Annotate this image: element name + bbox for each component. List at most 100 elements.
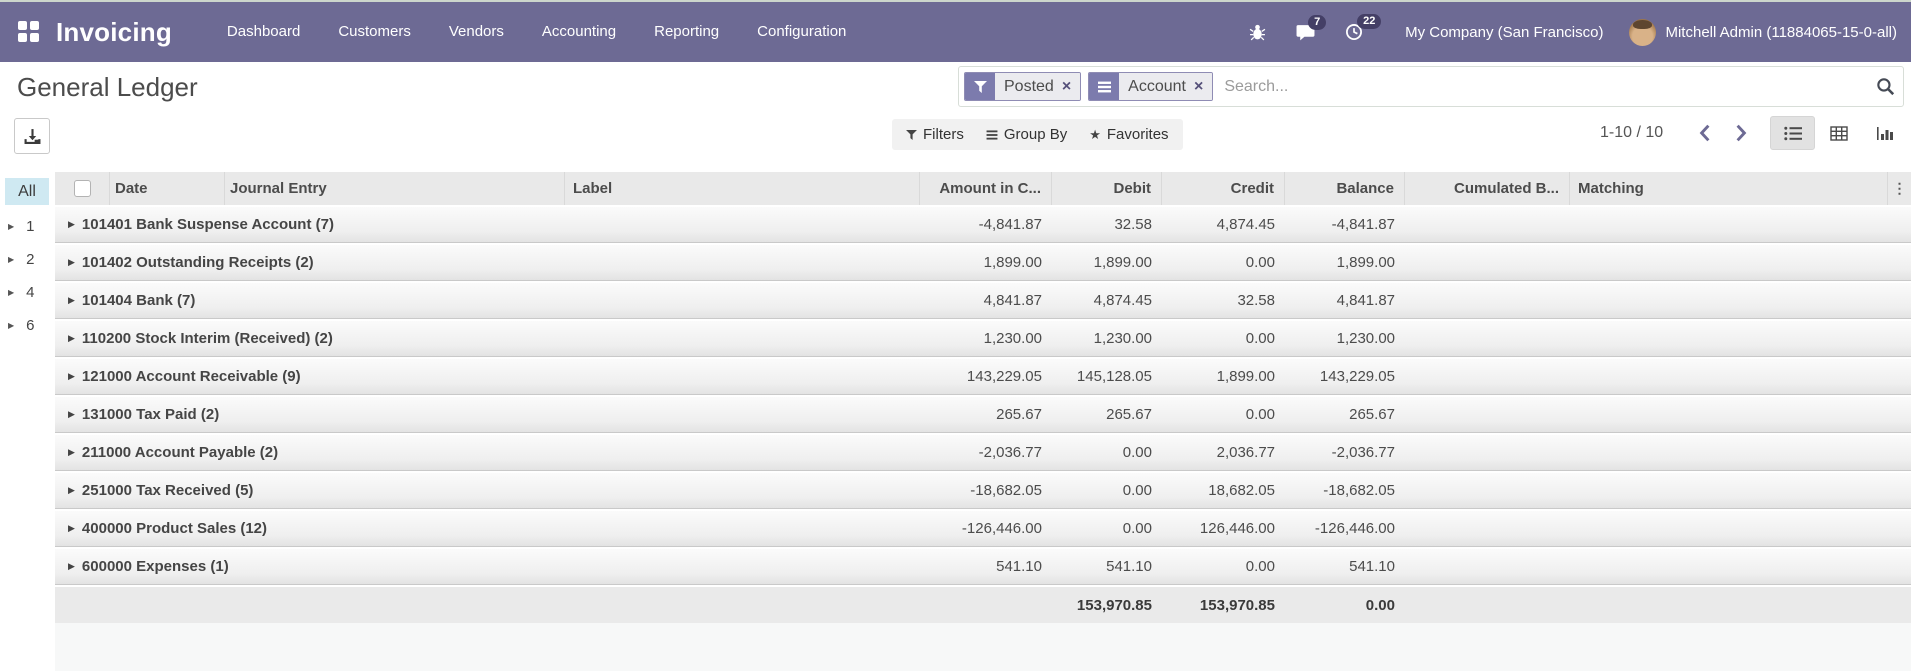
star-icon: ★ (1089, 126, 1101, 142)
menu-reporting[interactable]: Reporting (635, 2, 738, 62)
group-row[interactable]: ▶ 251000 Tax Received (5) -18,682.05 0.0… (55, 473, 1911, 509)
app-brand[interactable]: Invoicing (56, 17, 172, 48)
cell-debit: 145,128.05 (1076, 368, 1152, 385)
cell-credit: 126,446.00 (1199, 520, 1275, 537)
cell-balance: 1,899.00 (1336, 254, 1395, 271)
filters-button[interactable]: Filters (906, 126, 964, 143)
level-all-button[interactable]: All (5, 178, 49, 205)
column-header-label[interactable]: Label (565, 172, 920, 205)
apps-menu-icon[interactable] (18, 21, 40, 43)
bug-icon (1249, 24, 1266, 40)
column-header-matching[interactable]: Matching (1570, 172, 1888, 205)
group-row[interactable]: ▶ 211000 Account Payable (2) -2,036.77 0… (55, 435, 1911, 471)
group-row[interactable]: ▶ 400000 Product Sales (12) -126,446.00 … (55, 511, 1911, 547)
debug-bug-icon[interactable] (1249, 24, 1266, 41)
caret-right-icon: ▶ (68, 561, 75, 571)
caret-right-icon: ▶ (68, 409, 75, 419)
menu-configuration[interactable]: Configuration (738, 2, 865, 62)
level-button-2[interactable]: ▶ 2 (8, 249, 52, 269)
group-row[interactable]: ▶ 110200 Stock Interim (Received) (2) 1,… (55, 321, 1911, 357)
graph-view-button[interactable] (1862, 116, 1907, 150)
search-facet-posted: Posted × (964, 72, 1082, 101)
cell-debit: 541.10 (1106, 558, 1152, 575)
general-ledger-table: Date Journal Entry Label Amount in C... … (55, 172, 1911, 671)
group-row[interactable]: ▶ 131000 Tax Paid (2) 265.67 265.67 0.00… (55, 397, 1911, 433)
level-button-1[interactable]: ▶ 1 (8, 216, 52, 236)
group-row-title: 101401 Bank Suspense Account (7) (81, 216, 334, 233)
cell-balance: -126,446.00 (1314, 520, 1395, 537)
caret-right-icon: ▶ (8, 221, 15, 231)
group-row-title: 211000 Account Payable (2) (81, 444, 279, 461)
cell-credit: 0.00 (1245, 254, 1275, 271)
user-menu[interactable]: Mitchell Admin (11884065-15-0-all) (1665, 24, 1897, 41)
export-button[interactable] (14, 118, 50, 154)
caret-right-icon: ▶ (68, 485, 75, 495)
filter-icon (965, 73, 995, 100)
optional-columns-toggle[interactable]: ⋮ (1888, 172, 1911, 205)
cell-amount-in-currency: -2,036.77 (978, 444, 1042, 461)
list-view-button[interactable] (1770, 116, 1815, 150)
main-navbar: Invoicing Dashboard Customers Vendors Ac… (0, 2, 1911, 62)
cell-amount-in-currency: 1,230.00 (983, 330, 1042, 347)
chevron-left-icon (1699, 124, 1710, 142)
group-row-title: 131000 Tax Paid (2) (81, 406, 220, 423)
page-title: General Ledger (17, 72, 198, 102)
column-header-journal-entry[interactable]: Journal Entry (225, 172, 565, 205)
cell-credit: 0.00 (1245, 558, 1275, 575)
download-icon (24, 128, 40, 144)
column-header-amount-in-currency[interactable]: Amount in C... (920, 172, 1052, 205)
group-by-button[interactable]: Group By (986, 126, 1067, 143)
table-total-row: 153,970.85 153,970.85 0.00 (55, 587, 1911, 623)
search-icon[interactable] (1876, 77, 1895, 96)
caret-right-icon: ▶ (68, 295, 75, 305)
group-level-sidebar: All ▶ 1 ▶ 2 ▶ 4 ▶ 6 (0, 172, 55, 656)
group-row[interactable]: ▶ 101402 Outstanding Receipts (2) 1,899.… (55, 245, 1911, 281)
user-avatar[interactable] (1629, 18, 1657, 46)
pivot-view-button[interactable] (1816, 116, 1861, 150)
company-switcher[interactable]: My Company (San Francisco) (1405, 24, 1603, 41)
group-row[interactable]: ▶ 101401 Bank Suspense Account (7) -4,84… (55, 207, 1911, 243)
caret-right-icon: ▶ (68, 219, 75, 229)
messages-button[interactable]: 7 (1296, 14, 1327, 41)
column-header-cumulated-balance[interactable]: Cumulated B... (1405, 172, 1570, 205)
facet-posted-remove-icon[interactable]: × (1062, 78, 1071, 96)
group-row-title: 101404 Bank (7) (81, 292, 196, 309)
select-all-checkbox[interactable] (73, 180, 91, 197)
level-button-4[interactable]: ▶ 4 (8, 282, 52, 302)
group-by-icon (1089, 73, 1120, 100)
navbar-systray: 7 22 My Company (San Francisco) Mitchell… (1219, 14, 1897, 46)
group-row[interactable]: ▶ 121000 Account Receivable (9) 143,229.… (55, 359, 1911, 395)
caret-right-icon: ▶ (8, 254, 15, 264)
pager-previous-button[interactable] (1688, 118, 1722, 148)
group-row[interactable]: ▶ 101404 Bank (7) 4,841.87 4,874.45 32.5… (55, 283, 1911, 319)
column-header-debit[interactable]: Debit (1052, 172, 1162, 205)
search-bar[interactable]: Posted × Account × (958, 66, 1904, 107)
column-header-date[interactable]: Date (110, 172, 225, 205)
column-header-balance[interactable]: Balance (1285, 172, 1405, 205)
menu-accounting[interactable]: Accounting (523, 2, 635, 62)
menu-customers[interactable]: Customers (319, 2, 430, 62)
cell-debit: 1,899.00 (1093, 254, 1152, 271)
chevron-right-icon (1736, 124, 1747, 142)
group-row[interactable]: ▶ 600000 Expenses (1) 541.10 541.10 0.00… (55, 549, 1911, 585)
favorites-button[interactable]: ★ Favorites (1089, 126, 1168, 143)
cell-credit: 1,899.00 (1216, 368, 1275, 385)
search-input[interactable] (1224, 77, 1876, 96)
caret-right-icon: ▶ (68, 371, 75, 381)
cell-debit: 0.00 (1122, 520, 1152, 537)
cell-credit: 0.00 (1245, 406, 1275, 423)
cell-debit: 0.00 (1122, 482, 1152, 499)
facet-account-remove-icon[interactable]: × (1194, 78, 1203, 96)
menu-vendors[interactable]: Vendors (430, 2, 523, 62)
level-button-6[interactable]: ▶ 6 (8, 315, 52, 335)
activities-button[interactable]: 22 (1345, 14, 1382, 41)
pager-next-button[interactable] (1724, 118, 1758, 148)
cell-balance: 265.67 (1349, 406, 1395, 423)
table-header-row: Date Journal Entry Label Amount in C... … (55, 172, 1911, 205)
column-header-credit[interactable]: Credit (1162, 172, 1285, 205)
group-row-title: 251000 Tax Received (5) (81, 482, 254, 499)
cell-credit: 32.58 (1237, 292, 1275, 309)
cell-amount-in-currency: 4,841.87 (983, 292, 1042, 309)
total-balance: 0.00 (1365, 596, 1395, 614)
menu-dashboard[interactable]: Dashboard (208, 2, 319, 62)
